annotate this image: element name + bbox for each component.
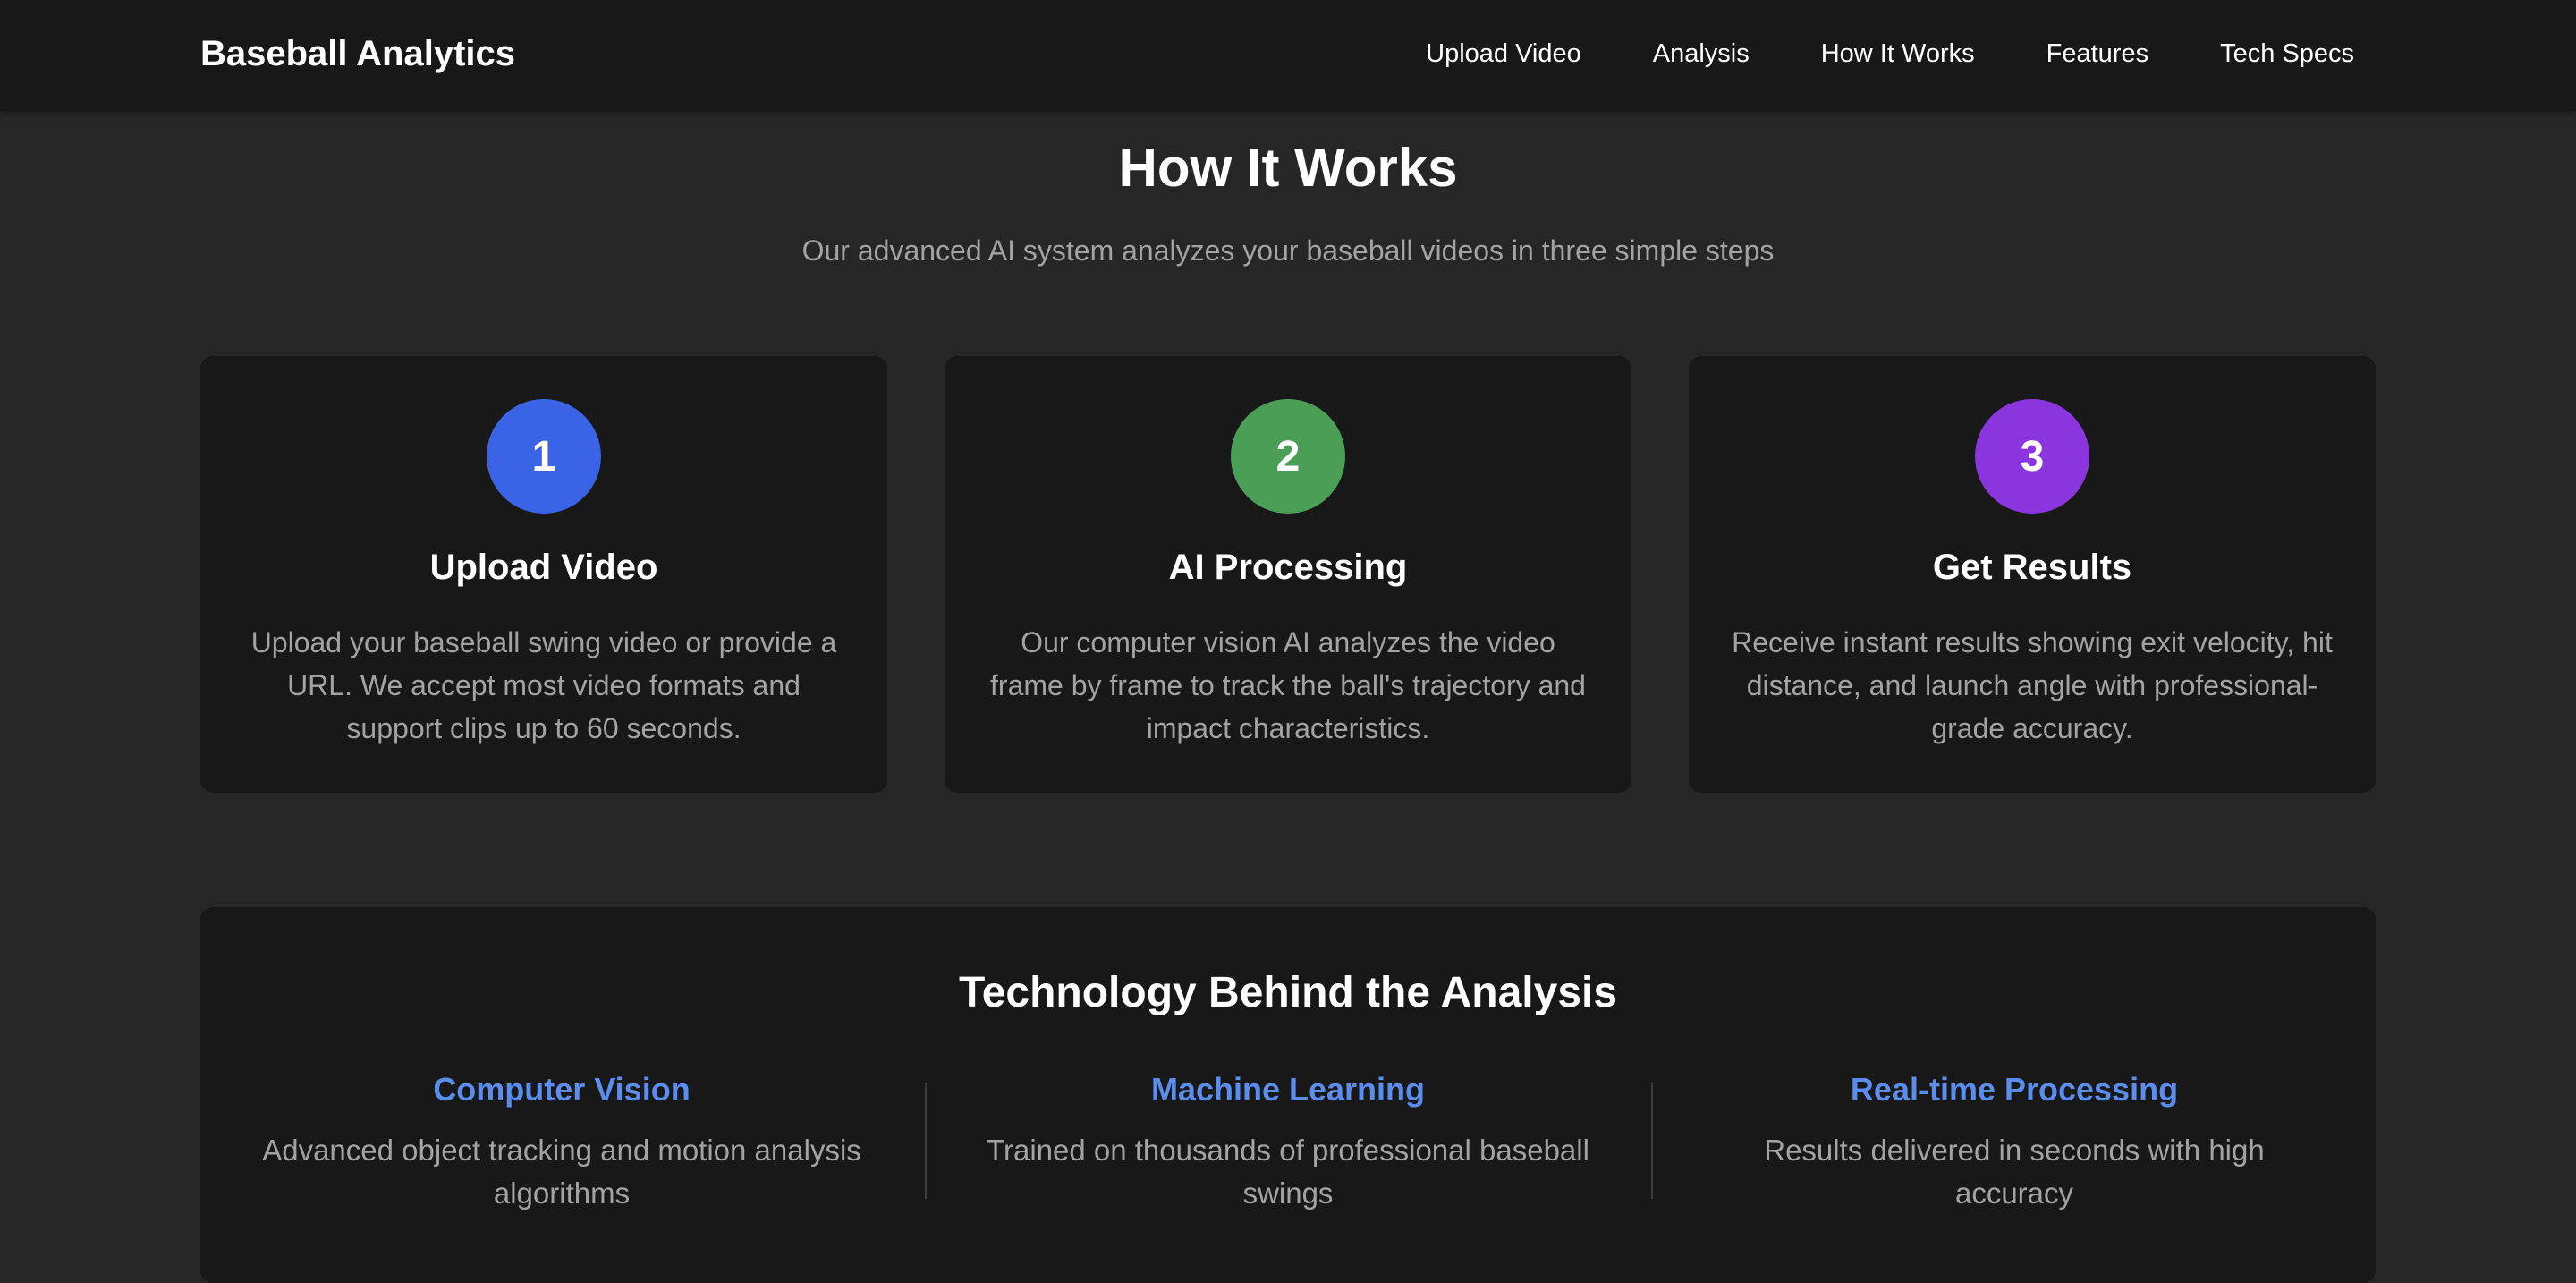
nav-link-tech-specs[interactable]: Tech Specs [2220, 36, 2354, 72]
tech-item-description: Trained on thousands of professional bas… [987, 1134, 1589, 1210]
how-it-works-subtitle: Our advanced AI system analyzes your bas… [801, 234, 1775, 267]
step-description: Upload your baseball swing video or prov… [250, 626, 837, 744]
step-number-badge: 1 [487, 399, 601, 514]
tech-item-title: Computer Vision [433, 1071, 691, 1108]
tech-item-title: Machine Learning [1150, 1071, 1426, 1108]
tech-item-machine-learning: Machine Learning Trained on thousands of… [957, 1068, 1619, 1215]
tech-item-title: Real-time Processing [1850, 1071, 2179, 1108]
step-title: Get Results [1932, 548, 2132, 587]
tech-item-description: Results delivered in seconds with high a… [1764, 1134, 2265, 1210]
nav-link-upload-video[interactable]: Upload Video [1426, 36, 1581, 72]
tech-divider [1651, 1083, 1653, 1199]
nav-links: Upload Video Analysis How It Works Featu… [1426, 36, 2354, 72]
tech-item-realtime-processing: Real-time Processing Results delivered i… [1683, 1068, 2345, 1215]
step-description: Our computer vision AI analyzes the vide… [990, 626, 1586, 744]
how-it-works-title: How It Works [1118, 138, 1458, 198]
tech-item-description: Advanced object tracking and motion anal… [262, 1134, 861, 1210]
technology-panel: Technology Behind the Analysis Computer … [200, 907, 2376, 1283]
technology-title: Technology Behind the Analysis [958, 969, 1618, 1016]
nav-link-analysis[interactable]: Analysis [1653, 36, 1750, 72]
step-number-badge: 2 [1231, 399, 1345, 514]
step-title: AI Processing [1168, 548, 1408, 587]
step-card-processing: 2 AI Processing Our computer vision AI a… [945, 356, 1631, 793]
step-number-badge: 3 [1975, 399, 2089, 514]
step-title: Upload Video [429, 548, 658, 587]
tech-divider [925, 1083, 927, 1199]
step-card-results: 3 Get Results Receive instant results sh… [1689, 356, 2376, 793]
nav-link-how-it-works[interactable]: How It Works [1821, 36, 1975, 72]
step-card-upload: 1 Upload Video Upload your baseball swin… [200, 356, 887, 793]
top-navbar: Baseball Analytics Upload Video Analysis… [0, 0, 2576, 111]
step-description: Receive instant results showing exit vel… [1732, 626, 2333, 744]
brand-logo-text[interactable]: Baseball Analytics [200, 32, 515, 75]
nav-link-features[interactable]: Features [2046, 36, 2148, 72]
tech-item-computer-vision: Computer Vision Advanced object tracking… [231, 1068, 893, 1215]
